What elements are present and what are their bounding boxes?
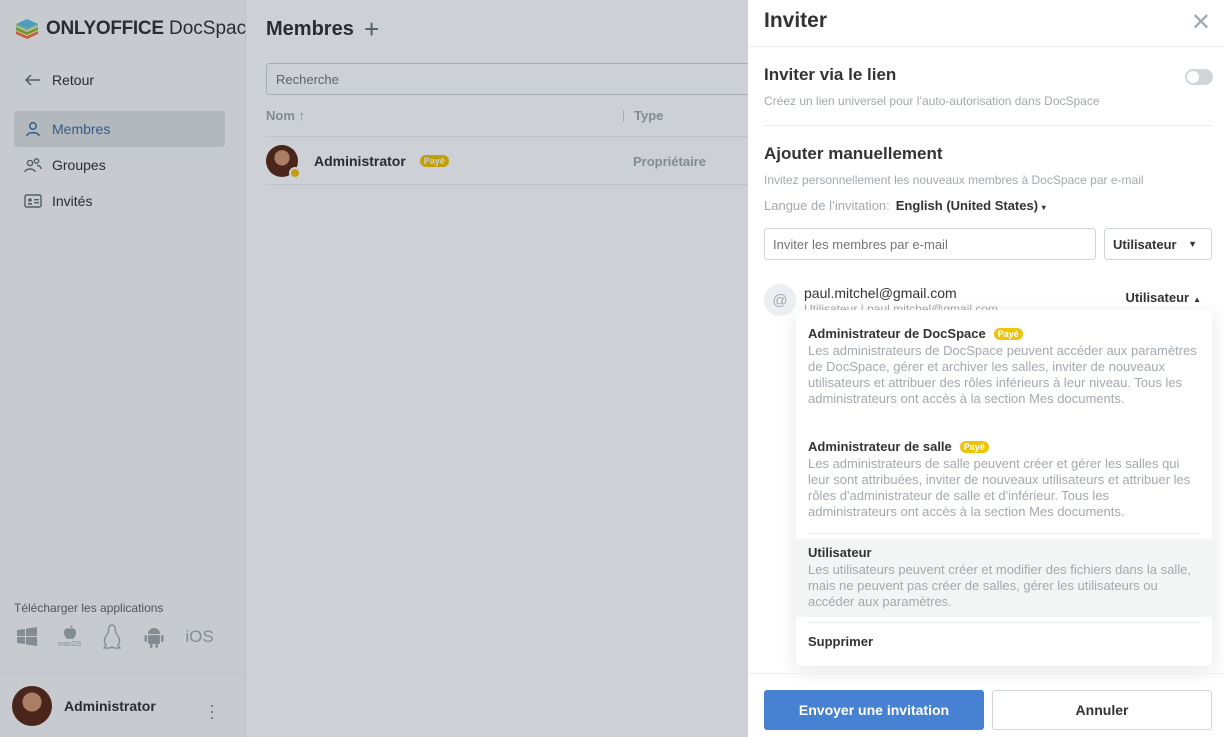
invite-link-title: Inviter via le lien xyxy=(764,65,897,84)
role-dropdown: Administrateur de DocSpace Payé Les admin… xyxy=(796,310,1212,666)
remove-label: Supprimer xyxy=(808,634,874,649)
invitee-role-select[interactable]: Utilisateur ▲ xyxy=(1126,290,1202,305)
role-option-desc: Les utilisateurs peuvent créer et modifi… xyxy=(808,562,1191,609)
role-option-desc: Les administrateurs de salle peuvent cré… xyxy=(808,456,1191,519)
paid-badge: Payé xyxy=(993,327,1023,340)
remove-option[interactable]: Supprimer xyxy=(796,634,1212,649)
role-option-user[interactable]: Utilisateur Les utilisateurs peuvent cré… xyxy=(796,539,1212,617)
manual-title: Ajouter manuellement xyxy=(764,144,943,163)
email-at-icon: @ xyxy=(764,284,796,316)
role-select-value: Utilisateur xyxy=(1113,236,1177,252)
close-icon[interactable]: ✕ xyxy=(1191,8,1211,37)
chevron-up-icon: ▲ xyxy=(1193,295,1201,304)
chevron-down-icon: ▾ xyxy=(1041,203,1046,212)
invitee-email: paul.mitchel@gmail.com xyxy=(804,285,957,301)
cancel-button[interactable]: Annuler xyxy=(992,690,1212,730)
role-option-desc: Les administrateurs de DocSpace peuvent … xyxy=(808,343,1197,406)
role-option-room-admin[interactable]: Administrateur de salle Payé Les administ… xyxy=(796,439,1212,520)
invite-link-toggle[interactable] xyxy=(1185,69,1213,85)
modal-backdrop[interactable] xyxy=(0,0,748,737)
email-invite-input[interactable] xyxy=(764,228,1096,260)
invite-panel: Inviter ✕ Inviter via le lien Créez un l… xyxy=(748,0,1225,737)
role-option-title: Utilisateur xyxy=(808,545,872,560)
invite-language: Langue de l’invitation: English (United S… xyxy=(764,198,1046,213)
divider xyxy=(748,46,1225,47)
dropdown-divider xyxy=(808,622,1200,623)
invite-link-desc: Créez un lien universel pour l’auto-auto… xyxy=(764,94,1100,108)
send-invitation-button[interactable]: Envoyer une invitation xyxy=(764,690,984,730)
divider xyxy=(764,125,1212,126)
language-select[interactable]: English (United States) ▾ xyxy=(896,198,1046,213)
divider xyxy=(748,673,1225,674)
chevron-down-icon: ▼ xyxy=(1188,239,1197,249)
role-option-title: Administrateur de DocSpace xyxy=(808,326,986,341)
language-label: Langue de l’invitation: xyxy=(764,198,890,213)
role-select[interactable]: Utilisateur ▼ xyxy=(1104,228,1212,260)
role-option-title: Administrateur de salle xyxy=(808,439,952,454)
role-option-docspace-admin[interactable]: Administrateur de DocSpace Payé Les admin… xyxy=(796,326,1212,407)
dropdown-divider xyxy=(808,533,1200,534)
paid-badge: Payé xyxy=(959,440,989,453)
panel-title: Inviter xyxy=(764,9,828,32)
manual-desc: Invitez personnellement les nouveaux mem… xyxy=(764,173,1144,187)
